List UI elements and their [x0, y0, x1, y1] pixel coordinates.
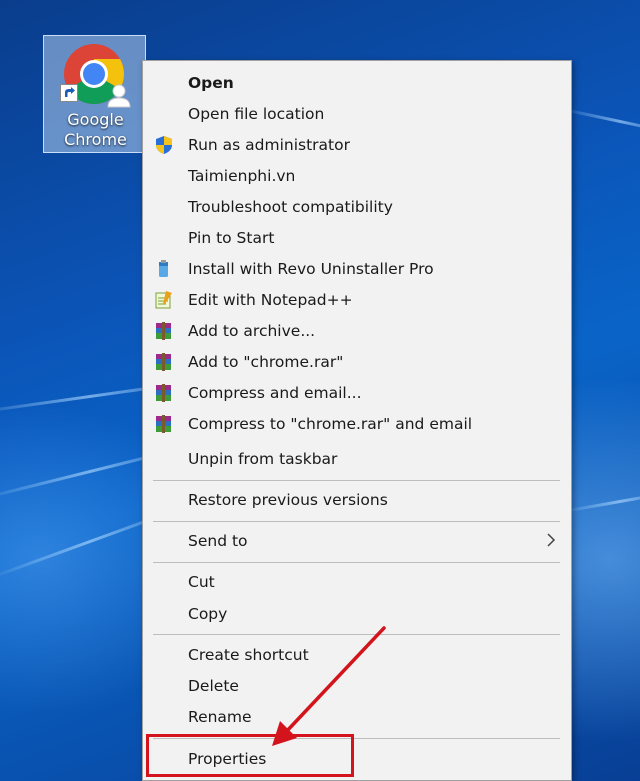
winrar-icon — [156, 384, 171, 402]
menu-separator — [153, 521, 560, 522]
menu-item-compress-and-email[interactable]: Compress and email... — [143, 377, 571, 408]
menu-separator — [153, 634, 560, 635]
menu-item-send-to[interactable]: Send to — [143, 525, 571, 556]
menu-item-label: Add to archive... — [188, 321, 316, 340]
menu-item-label: Edit with Notepad++ — [188, 290, 353, 309]
menu-item-label: Open — [188, 73, 234, 92]
menu-item-delete[interactable]: Delete — [143, 670, 571, 701]
menu-item-label: Rename — [188, 707, 252, 726]
menu-item-label: Open file location — [188, 104, 325, 123]
menu-separator — [153, 562, 560, 563]
menu-item-label: Install with Revo Uninstaller Pro — [188, 259, 434, 278]
winrar-icon — [156, 322, 171, 340]
menu-item-label: Unpin from taskbar — [188, 449, 338, 468]
menu-item-label: Delete — [188, 676, 239, 695]
menu-item-label: Compress to "chrome.rar" and email — [188, 414, 473, 433]
menu-item-label: Restore previous versions — [188, 490, 388, 509]
menu-item-label: Add to "chrome.rar" — [188, 352, 344, 371]
desktop-icon-label-line1: Google — [67, 110, 124, 129]
menu-item-create-shortcut[interactable]: Create shortcut — [143, 639, 571, 670]
menu-item-troubleshoot-compatibility[interactable]: Troubleshoot compatibility — [143, 191, 571, 222]
menu-item-copy[interactable]: Copy — [143, 598, 571, 629]
menu-item-pin-to-start[interactable]: Pin to Start — [143, 222, 571, 253]
wallpaper-light-ray — [560, 107, 640, 136]
menu-item-label: Pin to Start — [188, 228, 275, 247]
menu-item-run-as-administrator[interactable]: Run as administrator — [143, 129, 571, 160]
menu-item-install-with-revo[interactable]: Install with Revo Uninstaller Pro — [143, 253, 571, 284]
wallpaper-light-ray — [560, 489, 640, 514]
chevron-right-icon — [547, 533, 556, 547]
menu-item-label: Copy — [188, 604, 228, 623]
menu-item-rename[interactable]: Rename — [143, 701, 571, 732]
winrar-icon — [156, 415, 171, 433]
context-menu: Open Open file location Run as administr… — [142, 60, 572, 781]
menu-item-unpin-from-taskbar[interactable]: Unpin from taskbar — [143, 443, 571, 474]
menu-item-edit-with-notepad-plus-plus[interactable]: Edit with Notepad++ — [143, 284, 571, 315]
menu-item-label: Run as administrator — [188, 135, 350, 154]
notepad-plus-plus-icon — [155, 291, 172, 309]
desktop-icon-label-line2: Chrome — [64, 130, 127, 149]
revo-uninstaller-icon — [159, 260, 168, 277]
menu-item-open[interactable]: Open — [143, 67, 571, 98]
menu-item-compress-to-chrome-rar-and-email[interactable]: Compress to "chrome.rar" and email — [143, 408, 571, 439]
menu-item-cut[interactable]: Cut — [143, 566, 571, 597]
menu-item-add-to-archive[interactable]: Add to archive... — [143, 315, 571, 346]
properties-highlight-box — [146, 734, 354, 777]
menu-item-label: Create shortcut — [188, 645, 309, 664]
menu-item-add-to-chrome-rar[interactable]: Add to "chrome.rar" — [143, 346, 571, 377]
desktop-icon-google-chrome[interactable]: Google Chrome — [43, 35, 146, 153]
user-badge-icon — [107, 84, 131, 108]
menu-item-label: Cut — [188, 572, 215, 591]
winrar-icon — [156, 353, 171, 371]
menu-item-label: Troubleshoot compatibility — [188, 197, 393, 216]
menu-item-restore-previous-versions[interactable]: Restore previous versions — [143, 484, 571, 515]
menu-item-taimienphi[interactable]: Taimienphi.vn — [143, 160, 571, 191]
shortcut-arrow-icon — [60, 84, 78, 102]
menu-item-label: Compress and email... — [188, 383, 362, 402]
menu-item-label: Taimienphi.vn — [188, 166, 296, 185]
menu-item-open-file-location[interactable]: Open file location — [143, 98, 571, 129]
uac-shield-icon — [156, 136, 172, 154]
desktop-icon-label: Google Chrome — [44, 110, 147, 150]
menu-item-label: Send to — [188, 531, 248, 550]
menu-separator — [153, 480, 560, 481]
